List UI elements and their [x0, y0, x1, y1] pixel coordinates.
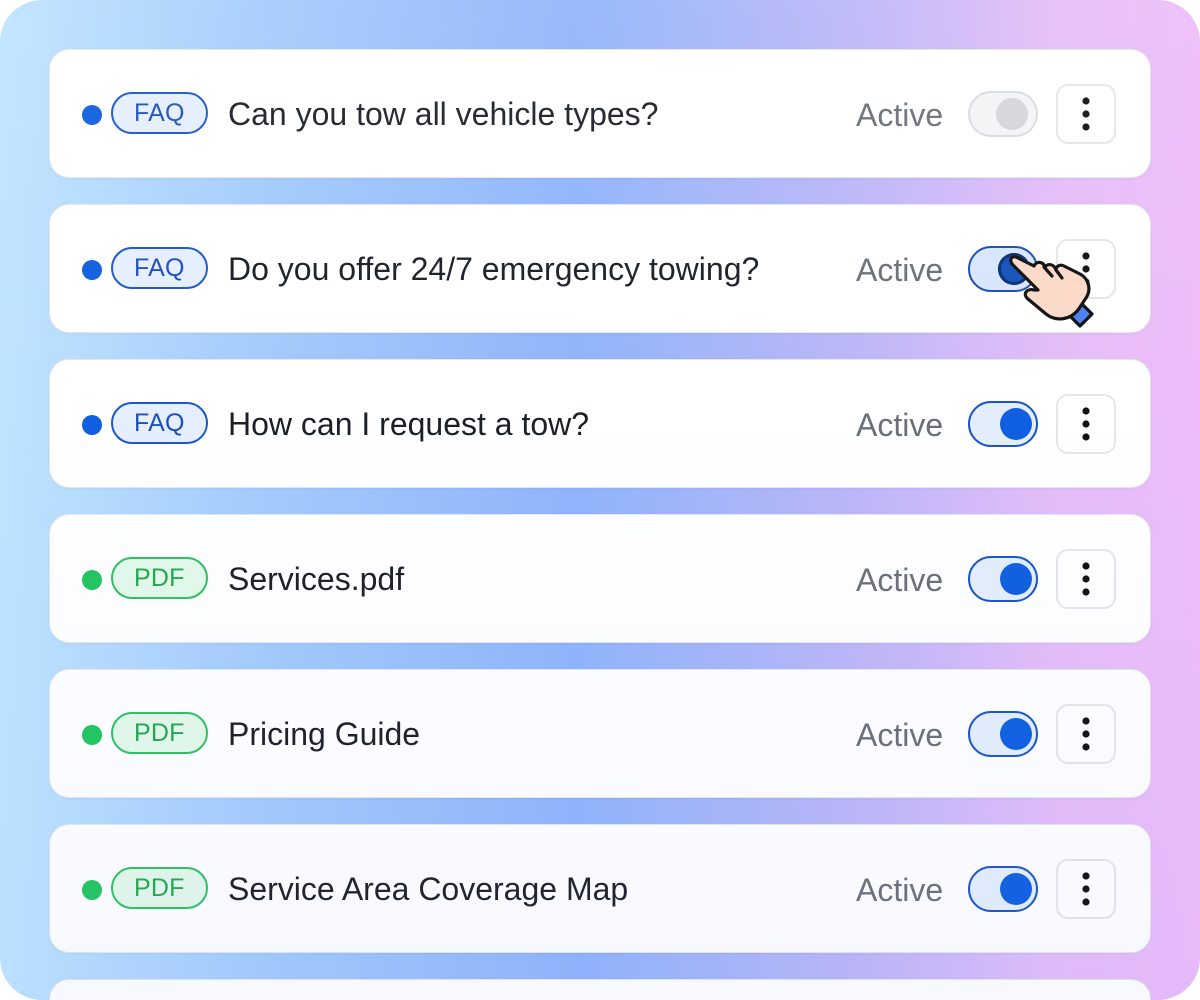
status-label: Active [856, 872, 944, 908]
pdf-dot [82, 725, 102, 745]
item-title: Do you offer 24/7 emergency towing? [228, 251, 760, 287]
more-options-button[interactable] [1056, 859, 1116, 919]
more-vertical-icon [1082, 97, 1090, 131]
list-item: PDF Services.pdf Active [49, 514, 1151, 643]
toggle-knob [1000, 718, 1032, 750]
list-item: PDF Service Area Coverage Map Active [49, 824, 1151, 953]
toggle-knob [1000, 563, 1032, 595]
status-label: Active [856, 407, 944, 443]
item-title: Service Area Coverage Map [228, 871, 629, 907]
faq-dot [82, 105, 102, 125]
faq-dot [82, 260, 102, 280]
type-badge: FAQ [111, 402, 208, 444]
more-vertical-icon [1082, 562, 1090, 596]
status-label: Active [856, 252, 944, 288]
toggle-knob [1000, 873, 1032, 905]
toggle-knob [996, 98, 1028, 130]
more-vertical-icon [1082, 407, 1090, 441]
active-toggle[interactable] [968, 401, 1038, 447]
item-title: Services.pdf [228, 561, 405, 597]
active-toggle[interactable] [968, 91, 1038, 137]
pdf-dot [82, 880, 102, 900]
type-badge: FAQ [111, 92, 208, 134]
type-badge: FAQ [111, 247, 208, 289]
more-options-button[interactable] [1056, 704, 1116, 764]
app-frame: FAQ Can you tow all vehicle types? Activ… [0, 0, 1200, 1000]
active-toggle[interactable] [968, 866, 1038, 912]
more-options-button[interactable] [1056, 84, 1116, 144]
status-label: Active [856, 562, 944, 598]
type-badge: PDF [111, 712, 208, 754]
hand-pointer-icon [1009, 255, 1094, 328]
status-label: Active [856, 97, 944, 133]
pdf-dot [82, 570, 102, 590]
active-toggle[interactable] [968, 556, 1038, 602]
list-item: FAQ Can you tow all vehicle types? Activ… [49, 49, 1151, 178]
item-title: Pricing Guide [228, 716, 421, 752]
knowledge-source-list: FAQ Can you tow all vehicle types? Activ… [49, 49, 1151, 1000]
more-options-button[interactable] [1056, 549, 1116, 609]
status-label: Active [856, 717, 944, 753]
list-item-partial [49, 979, 1151, 1000]
list-item: FAQ Do you offer 24/7 emergency towing? … [49, 204, 1151, 333]
list-item: FAQ How can I request a tow? Active [49, 359, 1151, 488]
toggle-knob [1000, 408, 1032, 440]
more-vertical-icon [1082, 872, 1090, 906]
faq-dot [82, 415, 102, 435]
more-options-button[interactable] [1056, 394, 1116, 454]
type-badge: PDF [111, 557, 208, 599]
active-toggle[interactable] [968, 711, 1038, 757]
list-item: PDF Pricing Guide Active [49, 669, 1151, 798]
more-vertical-icon [1082, 717, 1090, 751]
type-badge: PDF [111, 867, 208, 909]
item-title: Can you tow all vehicle types? [228, 96, 659, 132]
item-title: How can I request a tow? [228, 406, 590, 442]
